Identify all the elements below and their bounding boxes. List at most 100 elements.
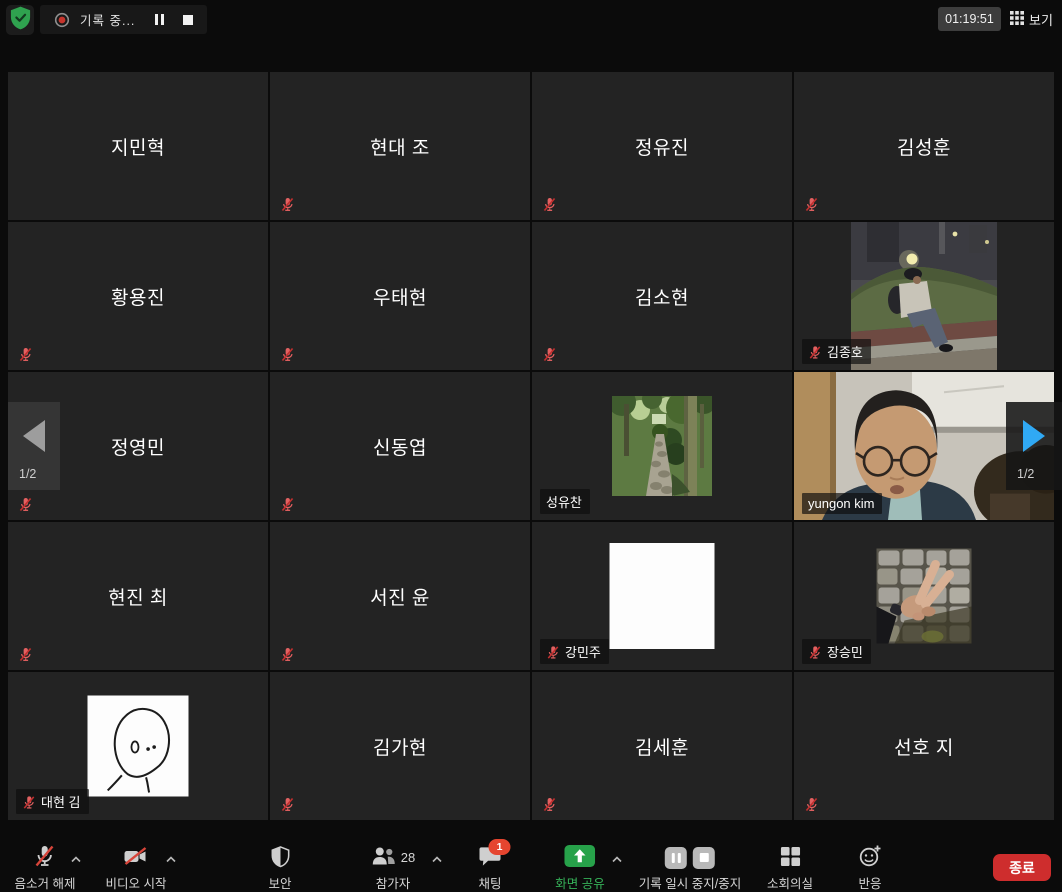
mic-muted-icon (280, 347, 295, 362)
participant-name: 황용진 (8, 222, 268, 370)
participant-tile[interactable]: 선호 지 (794, 672, 1054, 820)
share-options-chevron[interactable] (612, 856, 623, 863)
view-button-label: 보기 (1029, 10, 1053, 29)
start-video-label: 비디오 시작 (106, 873, 167, 892)
pause-recording-toolbar-button[interactable] (665, 847, 687, 869)
mic-muted-icon (18, 497, 33, 512)
participant-name: 김세훈 (532, 672, 792, 820)
participant-tile[interactable]: 김소현 (532, 222, 792, 370)
end-meeting-button[interactable]: 종료 (993, 854, 1051, 881)
breakout-rooms-button[interactable]: 소회의실 (767, 845, 813, 892)
participants-count: 28 (401, 850, 415, 865)
white-square-avatar (610, 543, 715, 649)
participant-name: 현대 조 (270, 72, 530, 220)
participant-name: 대현 김 (41, 792, 81, 811)
mic-muted-icon (280, 197, 295, 212)
participant-tile-avatar[interactable]: 강민주 (532, 522, 792, 670)
participant-name: 서진 윤 (270, 522, 530, 670)
previous-page-button[interactable]: 1/2 (8, 402, 60, 490)
page-indicator: 1/2 (19, 467, 36, 481)
participant-name-label: 김종호 (802, 339, 871, 364)
participant-name: 김소현 (532, 222, 792, 370)
audio-options-chevron[interactable] (71, 856, 82, 863)
meeting-info-shield-button[interactable] (6, 5, 34, 35)
participant-name: 장승민 (827, 642, 863, 661)
participant-name: 성유찬 (546, 492, 582, 511)
participant-name: 강민주 (565, 642, 601, 661)
breakout-rooms-icon (779, 846, 800, 870)
mic-muted-icon (546, 645, 560, 659)
start-video-button[interactable]: 비디오 시작 (106, 845, 167, 892)
reactions-smiley-plus-icon (858, 844, 882, 871)
participant-tile[interactable]: 현진 최 (8, 522, 268, 670)
top-bar: 기록 중... 01:19:51 보기 (0, 0, 1062, 40)
view-button[interactable]: 보기 (1010, 9, 1053, 29)
mic-muted-icon (804, 797, 819, 812)
participant-tile[interactable]: 황용진 (8, 222, 268, 370)
participant-name-label: 성유찬 (540, 489, 590, 514)
meeting-timer: 01:19:51 (938, 7, 1001, 31)
participant-name: 현진 최 (8, 522, 268, 670)
mic-muted-icon (804, 197, 819, 212)
stop-recording-button[interactable] (164, 15, 193, 25)
zoom-meeting-window: { "top_bar": { "security_shield_icon": "… (0, 0, 1062, 891)
participant-name: yungon kim (808, 496, 874, 511)
participant-name: 지민혁 (8, 72, 268, 220)
reactions-button[interactable]: 반응 (858, 845, 882, 892)
doodle-face-avatar (88, 696, 189, 797)
meeting-toolbar: 음소거 해제 비디오 시작 보안 (0, 840, 1062, 891)
mic-muted-icon (18, 647, 33, 662)
participant-tile-avatar[interactable]: 대현 김 (8, 672, 268, 820)
forest-path-avatar (612, 396, 712, 496)
participant-tile[interactable]: 김성훈 (794, 72, 1054, 220)
mic-muted-icon (542, 347, 557, 362)
participant-tile-avatar[interactable]: 장승민 (794, 522, 1054, 670)
participant-tile-avatar[interactable]: 성유찬 (532, 372, 792, 520)
participant-name: 우태현 (270, 222, 530, 370)
stop-recording-toolbar-button[interactable] (693, 847, 715, 869)
participant-tile[interactable]: 현대 조 (270, 72, 530, 220)
participant-tile[interactable]: 우태현 (270, 222, 530, 370)
participant-tile[interactable]: 서진 윤 (270, 522, 530, 670)
participants-icon (371, 845, 397, 870)
participants-button[interactable]: 28 참가자 (371, 845, 415, 892)
mic-muted-icon (280, 797, 295, 812)
next-page-arrow-icon (1023, 420, 1045, 452)
participant-tile[interactable]: 김가현 (270, 672, 530, 820)
mic-muted-icon (808, 645, 822, 659)
reactions-label: 반응 (858, 873, 881, 892)
participant-name: 김가현 (270, 672, 530, 820)
breakout-rooms-label: 소회의실 (767, 873, 813, 892)
stop-icon (699, 853, 708, 862)
share-screen-button[interactable]: 화면 공유 (555, 845, 604, 892)
mic-muted-icon (808, 345, 822, 359)
recording-controls-label: 기록 일시 중지/중지 (639, 873, 741, 892)
participants-options-chevron[interactable] (432, 856, 443, 863)
participant-name-label: yungon kim (802, 493, 882, 514)
participant-gallery: 지민혁 현대 조 정유진 김성훈 황용진 (8, 72, 1054, 820)
mic-muted-icon (33, 844, 57, 871)
participant-name: 신동엽 (270, 372, 530, 520)
grid-view-icon (1010, 11, 1024, 28)
video-options-chevron[interactable] (166, 856, 177, 863)
security-button[interactable]: 보안 (268, 845, 291, 892)
previous-page-arrow-icon (23, 420, 45, 452)
mic-muted-icon (18, 347, 33, 362)
participant-tile[interactable]: 지민혁 (8, 72, 268, 220)
participant-tile-video[interactable]: 김종호 (794, 222, 1054, 370)
pause-icon (671, 853, 680, 863)
share-screen-label: 화면 공유 (555, 873, 604, 892)
unmute-button[interactable]: 음소거 해제 (15, 845, 76, 892)
next-page-button[interactable]: 1/2 (1006, 402, 1062, 490)
security-shield-icon (10, 6, 31, 35)
participant-tile[interactable]: 정유진 (532, 72, 792, 220)
participant-tile[interactable]: 김세훈 (532, 672, 792, 820)
chat-button[interactable]: 1 채팅 (478, 845, 501, 892)
participant-tile[interactable]: 신동엽 (270, 372, 530, 520)
mic-muted-icon (542, 797, 557, 812)
participant-name: 정유진 (532, 72, 792, 220)
stop-icon (183, 15, 193, 25)
participants-label: 참가자 (376, 873, 411, 892)
pause-recording-button[interactable] (155, 14, 164, 25)
mic-muted-icon (280, 647, 295, 662)
